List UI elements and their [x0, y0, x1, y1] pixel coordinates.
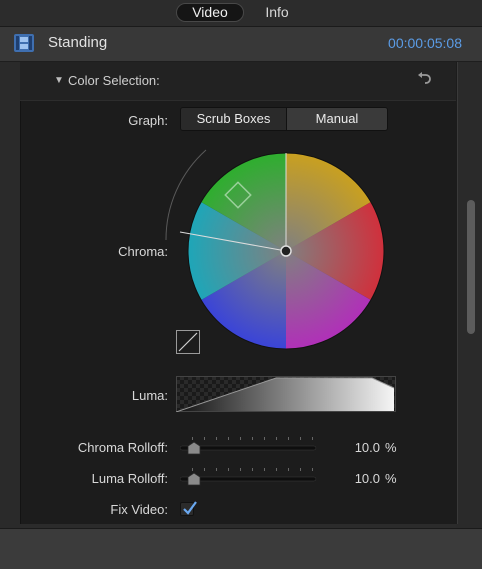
- section-title: Color Selection:: [68, 73, 160, 88]
- luma-rolloff-value[interactable]: 10.0: [330, 471, 380, 486]
- curve-graph-icon[interactable]: [176, 330, 200, 354]
- inspector-footer: [0, 528, 482, 569]
- reset-arrow-icon[interactable]: [416, 71, 432, 87]
- luma-rolloff-slider[interactable]: [180, 467, 320, 489]
- chroma-rolloff-slider[interactable]: [180, 436, 320, 458]
- chroma-label: Chroma:: [118, 244, 168, 259]
- fix-video-label: Fix Video:: [110, 502, 168, 517]
- scrollbar-thumb[interactable]: [467, 200, 475, 334]
- luma-rolloff-label: Luma Rolloff:: [91, 471, 168, 486]
- chroma-rolloff-label: Chroma Rolloff:: [77, 440, 168, 455]
- chroma-color-wheel[interactable]: [150, 140, 400, 360]
- clip-title: Standing: [48, 34, 108, 51]
- film-clip-icon: [14, 34, 34, 52]
- disclosure-triangle-icon[interactable]: ▼: [54, 75, 64, 86]
- luma-graph[interactable]: [176, 376, 396, 412]
- luma-label: Luma:: [131, 388, 168, 403]
- fix-video-checkbox[interactable]: [180, 501, 197, 516]
- chroma-rolloff-unit: %: [385, 440, 397, 455]
- chroma-center-handle[interactable]: [280, 245, 292, 257]
- graph-label: Graph:: [128, 113, 168, 128]
- timecode: 00:00:05:08: [388, 35, 462, 51]
- tab-info[interactable]: Info: [260, 3, 294, 22]
- chroma-rolloff-value[interactable]: 10.0: [330, 440, 380, 455]
- tab-video[interactable]: Video: [176, 3, 244, 22]
- scrub-boxes-button[interactable]: Scrub Boxes: [181, 108, 287, 130]
- checkmark-icon: [183, 501, 197, 515]
- manual-button[interactable]: Manual: [287, 108, 387, 130]
- luma-rolloff-unit: %: [385, 471, 397, 486]
- graph-segmented-control: Scrub Boxes Manual: [180, 107, 388, 131]
